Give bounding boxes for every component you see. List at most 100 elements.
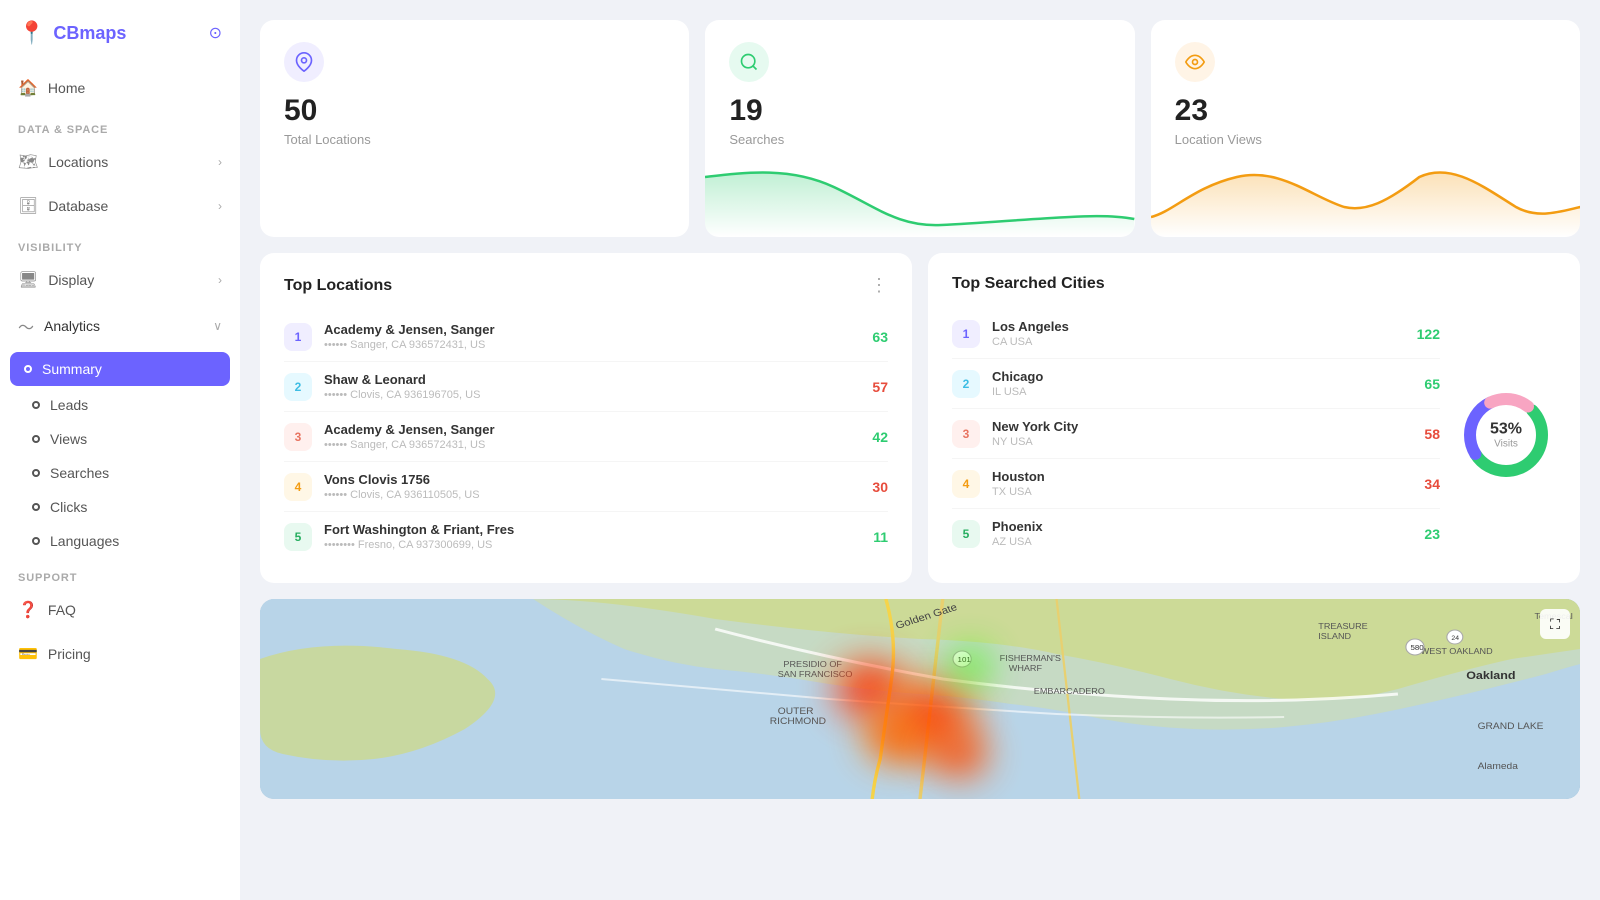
logo-pin-icon: 📍 — [18, 20, 45, 46]
searches-stat-value: 19 — [729, 94, 1110, 128]
svg-text:TREASURE: TREASURE — [1318, 622, 1368, 631]
stats-row: 50 Total Locations 19 Searches — [260, 20, 1580, 237]
fullscreen-button[interactable]: ⛶ — [1540, 609, 1570, 639]
display-icon: 🖥 — [18, 270, 38, 290]
sidebar-item-pricing[interactable]: 💳 Pricing — [0, 632, 240, 676]
locations-stat-icon — [284, 42, 324, 82]
city-rank-1: 1 — [952, 320, 980, 348]
views-stat-value: 23 — [1175, 94, 1556, 128]
top-cities-card: Top Searched Cities 1 Los Angeles CA USA… — [928, 253, 1580, 583]
searches-stat-icon — [729, 42, 769, 82]
city-rank-4: 4 — [952, 470, 980, 498]
city-item-4: 4 Houston TX USA 34 — [952, 459, 1440, 509]
city-score-4: 34 — [1424, 476, 1440, 492]
analytics-icon: 〜 — [18, 314, 34, 338]
city-score-3: 58 — [1424, 426, 1440, 442]
heat-blob-3 — [860, 709, 930, 764]
city-score-2: 65 — [1424, 376, 1440, 392]
locations-stat-value: 50 — [284, 94, 665, 128]
city-name-3: New York City — [992, 419, 1412, 434]
city-score-1: 122 — [1417, 326, 1440, 342]
top-locations-title: Top Locations — [284, 277, 392, 295]
sidebar-item-views[interactable]: Views — [0, 422, 240, 456]
chevron-right-icon-2: › — [218, 199, 222, 213]
svg-text:Alameda: Alameda — [1478, 762, 1519, 772]
dot-languages — [32, 537, 40, 545]
svg-text:580: 580 — [1410, 643, 1423, 651]
rank-badge-5: 5 — [284, 523, 312, 551]
sidebar-item-home-label: Home — [48, 80, 85, 96]
more-options-icon[interactable]: ⋮ — [870, 275, 888, 296]
sidebar-item-display-label: Display — [48, 272, 94, 288]
city-score-5: 23 — [1424, 526, 1440, 542]
heat-blob-4 — [930, 729, 990, 779]
svg-text:WHARF: WHARF — [1009, 664, 1042, 673]
sidebar: 📍 CBmaps ⊙ 🏠 Home DATA & SPACE 🗺 Locatio… — [0, 0, 240, 900]
stat-card-views: 23 Location Views — [1151, 20, 1580, 237]
city-item-5: 5 Phoenix AZ USA 23 — [952, 509, 1440, 558]
sidebar-item-searches-label: Searches — [50, 465, 109, 481]
rank-badge-2: 2 — [284, 373, 312, 401]
dot-clicks — [32, 503, 40, 511]
location-name-1: Academy & Jensen, Sanger — [324, 322, 860, 337]
city-name-5: Phoenix — [992, 519, 1412, 534]
city-item-2: 2 Chicago IL USA 65 — [952, 359, 1440, 409]
sidebar-item-summary[interactable]: Summary — [10, 352, 230, 386]
rank-badge-3: 3 — [284, 423, 312, 451]
settings-icon[interactable]: ⊙ — [209, 23, 222, 43]
svg-text:OUTER: OUTER — [778, 707, 814, 717]
sidebar-item-languages[interactable]: Languages — [0, 524, 240, 558]
chevron-right-icon-3: › — [218, 273, 222, 287]
locations-chart — [260, 157, 689, 237]
sidebar-item-summary-label: Summary — [42, 361, 102, 377]
location-address-3: •••••• Sanger, CA 936572431, US — [324, 439, 860, 451]
sidebar-item-clicks-label: Clicks — [50, 499, 87, 515]
locations-icon: 🗺 — [18, 152, 38, 172]
city-sub-1: CA USA — [992, 336, 1405, 348]
sidebar-item-database[interactable]: 🗄 Database › — [0, 184, 240, 228]
section-label-visibility: VISIBILITY — [0, 228, 240, 258]
svg-text:RICHMOND: RICHMOND — [770, 717, 826, 727]
middle-row: Top Locations ⋮ 1 Academy & Jensen, Sang… — [260, 253, 1580, 583]
dot-searches — [32, 469, 40, 477]
sidebar-item-faq[interactable]: ❓ FAQ — [0, 588, 240, 632]
sidebar-item-clicks[interactable]: Clicks — [0, 490, 240, 524]
location-name-2: Shaw & Leonard — [324, 372, 860, 387]
location-score-2: 57 — [872, 379, 888, 395]
sidebar-item-languages-label: Languages — [50, 533, 119, 549]
map-card: Golden Gate PRESIDIO OF SAN FRANCISCO FI… — [260, 599, 1580, 799]
chevron-down-icon: ∨ — [213, 319, 222, 333]
analytics-sub-menu: Summary Leads Views Searches Clicks Lang… — [0, 350, 240, 558]
top-cities-title: Top Searched Cities — [952, 275, 1105, 293]
svg-text:GRAND LAKE: GRAND LAKE — [1478, 722, 1544, 732]
sidebar-item-analytics-label: Analytics — [44, 318, 100, 334]
location-item-1: 1 Academy & Jensen, Sanger •••••• Sanger… — [284, 312, 888, 362]
city-name-4: Houston — [992, 469, 1412, 484]
city-sub-5: AZ USA — [992, 536, 1412, 548]
locations-stat-label: Total Locations — [284, 132, 665, 147]
city-sub-4: TX USA — [992, 486, 1412, 498]
sidebar-item-faq-label: FAQ — [48, 602, 76, 618]
sidebar-item-display[interactable]: 🖥 Display › — [0, 258, 240, 302]
location-name-3: Academy & Jensen, Sanger — [324, 422, 860, 437]
searches-chart — [705, 157, 1134, 237]
database-icon: 🗄 — [18, 196, 38, 216]
svg-text:WEST OAKLAND: WEST OAKLAND — [1421, 647, 1493, 656]
location-item-4: 4 Vons Clovis 1756 •••••• Clovis, CA 936… — [284, 462, 888, 512]
sidebar-item-views-label: Views — [50, 431, 87, 447]
city-rank-3: 3 — [952, 420, 980, 448]
sidebar-item-leads[interactable]: Leads — [0, 388, 240, 422]
sidebar-item-locations[interactable]: 🗺 Locations › — [0, 140, 240, 184]
sidebar-item-analytics[interactable]: 〜 Analytics ∨ — [0, 302, 240, 350]
heat-blob-5 — [950, 649, 990, 684]
location-name-4: Vons Clovis 1756 — [324, 472, 860, 487]
stat-card-locations: 50 Total Locations — [260, 20, 689, 237]
location-address-1: •••••• Sanger, CA 936572431, US — [324, 339, 860, 351]
faq-icon: ❓ — [18, 600, 38, 620]
location-address-2: •••••• Clovis, CA 936196705, US — [324, 389, 860, 401]
location-address-4: •••••• Clovis, CA 936110505, US — [324, 489, 860, 501]
city-name-1: Los Angeles — [992, 319, 1405, 334]
sidebar-item-searches[interactable]: Searches — [0, 456, 240, 490]
sidebar-item-home[interactable]: 🏠 Home — [0, 66, 240, 110]
sidebar-item-pricing-label: Pricing — [48, 646, 91, 662]
